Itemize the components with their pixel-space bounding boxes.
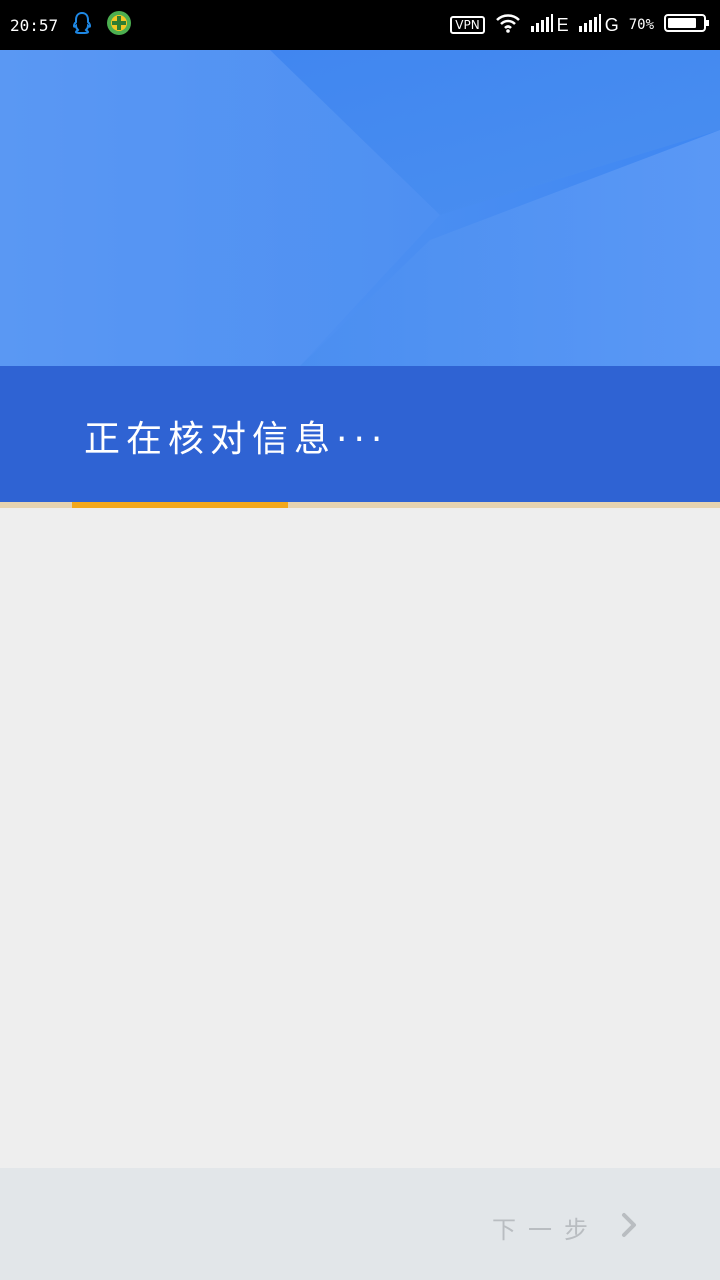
signal-icon	[530, 14, 553, 36]
signal-group-2: G	[578, 14, 619, 36]
battery-icon	[664, 13, 710, 37]
network-type-g: G	[604, 15, 619, 35]
content-area	[0, 508, 720, 1168]
qq-icon	[70, 11, 94, 39]
network-type-e: E	[556, 15, 569, 35]
next-step-button[interactable]: 下一步	[492, 1210, 638, 1245]
vpn-badge: VPN	[450, 16, 485, 34]
signal-group-1: E	[530, 14, 569, 36]
status-bar: 20:57 VPN E G 70%	[0, 0, 720, 50]
status-left: 20:57	[0, 10, 132, 40]
status-right: VPN E G 70%	[450, 13, 720, 37]
status-time: 20:57	[10, 15, 59, 35]
header-banner: 正在核对信息···	[0, 50, 720, 502]
percent-sign: %	[645, 17, 654, 33]
bottom-bar: 下一步	[0, 1168, 720, 1280]
chevron-right-icon	[620, 1212, 638, 1244]
battery-percent-value: 70	[628, 17, 646, 33]
battery-percent: 70%	[629, 17, 654, 33]
next-step-label: 下一步	[492, 1216, 600, 1244]
verification-status-title: 正在核对信息···	[84, 419, 389, 460]
signal-icon	[578, 14, 601, 36]
wifi-icon	[495, 13, 521, 37]
green-plus-app-icon	[106, 10, 132, 40]
